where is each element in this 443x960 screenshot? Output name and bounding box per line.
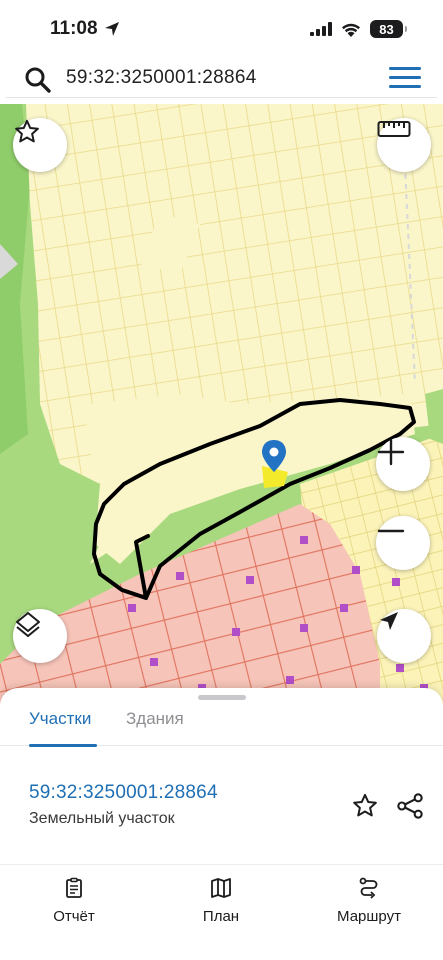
parcel-number-link[interactable]: 59:32:3250001:28864	[29, 782, 218, 804]
nav-report[interactable]: Отчёт	[19, 876, 129, 925]
status-time: 11:08	[50, 18, 98, 39]
route-icon	[359, 877, 378, 899]
hamburger-menu-icon[interactable]	[389, 67, 421, 91]
layers-button[interactable]	[13, 609, 67, 663]
nav-plan-label: План	[202, 908, 240, 925]
ruler-button[interactable]	[377, 118, 431, 172]
minus-icon	[377, 529, 405, 533]
search-input[interactable]: 59:32:3250001:28864	[66, 67, 257, 89]
sheet-tabs: Участки Здания	[0, 704, 443, 747]
zoom-out-button[interactable]	[376, 516, 430, 570]
tab-parcels[interactable]: Участки	[29, 709, 91, 729]
zoom-in-button[interactable]	[376, 437, 430, 491]
nav-plan[interactable]: План	[166, 876, 276, 925]
location-arrow-icon	[104, 22, 119, 36]
layers-icon	[16, 612, 40, 637]
battery-icon: 83	[370, 20, 407, 38]
wifi-icon	[342, 23, 360, 37]
parcel-type-label: Земельный участок	[29, 810, 175, 827]
bottom-navigation: Отчёт План Маршрут	[0, 868, 443, 960]
map-plan-icon	[211, 878, 231, 898]
search-bar[interactable]: 59:32:3250001:28864	[6, 58, 437, 98]
map-view[interactable]	[0, 104, 443, 704]
report-icon	[66, 877, 82, 898]
star-outline-icon	[15, 119, 39, 143]
search-icon[interactable]	[24, 66, 52, 94]
signal-icon	[310, 22, 332, 36]
navigation-arrow-icon	[380, 612, 398, 630]
tab-buildings[interactable]: Здания	[126, 709, 184, 729]
nav-route-label: Маршрут	[337, 908, 401, 925]
status-bar: 11:08 83	[0, 0, 443, 58]
favorite-parcel-icon[interactable]	[351, 792, 379, 820]
active-tab-indicator	[29, 744, 97, 747]
locate-me-button[interactable]	[377, 609, 431, 663]
ruler-icon	[377, 121, 411, 137]
nav-report-label: Отчёт	[53, 908, 95, 925]
sheet-grabber[interactable]	[198, 695, 246, 700]
status-time-group: 11:08	[50, 18, 120, 40]
sheet-divider	[0, 864, 443, 865]
plus-icon	[377, 438, 405, 466]
nav-route[interactable]: Маршрут	[314, 876, 424, 925]
share-icon[interactable]	[396, 792, 424, 820]
favorite-star-button[interactable]	[13, 118, 67, 172]
status-indicators: 83	[310, 20, 407, 38]
